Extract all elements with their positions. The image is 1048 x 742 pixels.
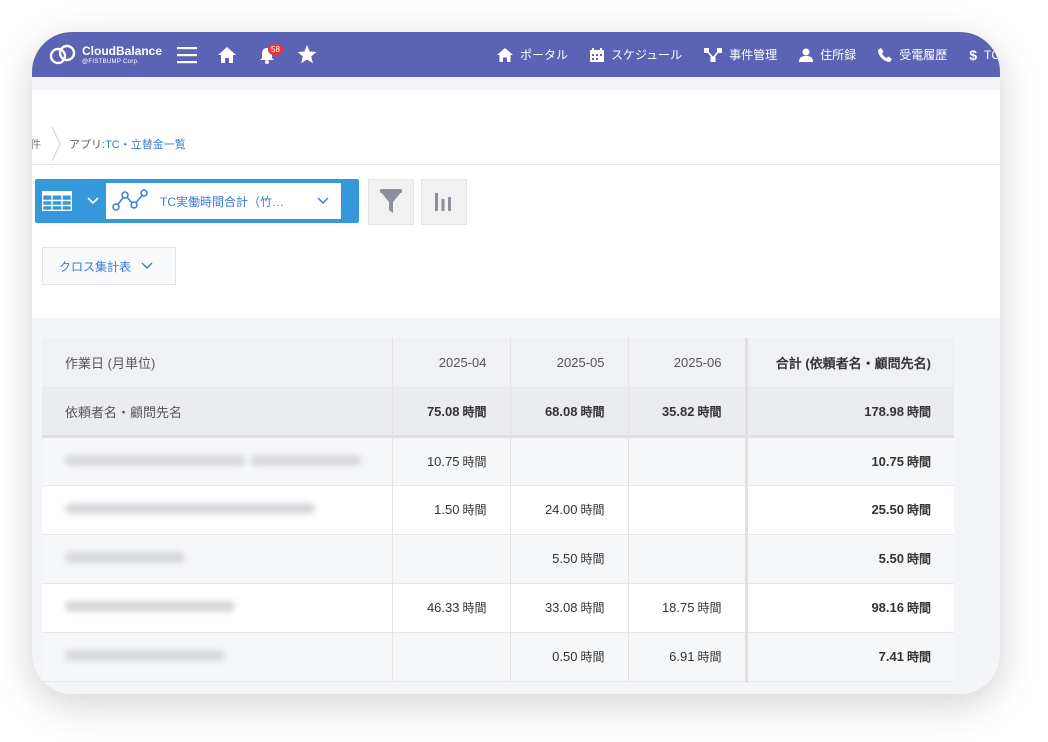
table-row[interactable]: 46.33 時間 33.08 時間 18.75 時間 98.16 時間 (42, 583, 954, 633)
summary-cell: 68.08 時間 (509, 387, 628, 438)
summary-cell: 35.82 時間 (627, 387, 746, 438)
value-cell: 18.75 時間 (627, 583, 746, 633)
home-icon (496, 47, 513, 62)
table-row[interactable]: 10.75 時間 10.75 時間 (42, 436, 954, 486)
month-header[interactable]: 2025-05 (509, 338, 628, 388)
value-cell: 5.50 時間 (509, 534, 628, 584)
logo[interactable]: CloudBalance @FISTBUMP Corp. (48, 44, 168, 66)
home-icon[interactable] (214, 42, 240, 68)
breadcrumb: 件 アプリ: TC・立替金一覧 (32, 124, 1000, 164)
value-cell: 1.50 時間 (391, 485, 510, 535)
app-window: CloudBalance @FISTBUMP Corp. 58 ポータル スケジ… (32, 32, 1000, 694)
nav-schedule-label: スケジュール (610, 48, 683, 62)
summary-total-cell: 178.98 時間 (744, 387, 954, 438)
nav-tc-label: TC- (984, 47, 1000, 62)
value-cell (509, 436, 628, 486)
main-nav: ポータル スケジュール 事件管理 住所録 受電履歴 $ TC- (475, 32, 1000, 77)
nav-case-management[interactable]: 事件管理 (704, 46, 777, 63)
chevron-down-icon (141, 262, 153, 269)
nav-tc[interactable]: $ TC- (969, 47, 1000, 63)
menu-icon[interactable] (174, 42, 200, 68)
logo-text: CloudBalance (82, 43, 163, 58)
nav-call-history-label: 受電履歴 (899, 48, 948, 62)
value-cell: 24.00 時間 (509, 485, 628, 535)
client-name-cell-redacted (42, 436, 392, 486)
summary-label: 依頼者名・顧問先名 (42, 387, 392, 438)
bar-chart-icon (435, 193, 451, 211)
calendar-icon (589, 47, 604, 62)
cross-tab-table-wrapper: 作業日 (月単位) 2025-04 2025-05 2025-06 合計 (依頼… (42, 338, 954, 682)
client-name-cell-redacted (42, 485, 392, 535)
value-cell: 33.08 時間 (509, 583, 628, 633)
row-axis-header: 作業日 (月単位) (42, 338, 392, 388)
top-navigation-bar: CloudBalance @FISTBUMP Corp. 58 ポータル スケジ… (32, 32, 1000, 77)
value-cell: 10.75 時間 (391, 436, 510, 486)
notification-badge: 58 (268, 43, 283, 55)
dollar-icon: $ (969, 46, 977, 63)
nav-address-book[interactable]: 住所録 (799, 46, 856, 63)
client-name-cell-redacted (42, 534, 392, 584)
breadcrumb-app-prefix: アプリ: (69, 139, 106, 151)
divider (32, 164, 1000, 165)
view-dropdown-chevron-icon[interactable] (79, 179, 107, 223)
network-icon (704, 47, 723, 62)
nav-address-book-label: 住所録 (820, 48, 857, 62)
value-cell (627, 534, 746, 584)
value-cell: 6.91 時間 (627, 632, 746, 682)
chart-settings-button[interactable] (421, 179, 467, 225)
breadcrumb-previous[interactable]: 件 (32, 136, 41, 152)
nav-case-management-label: 事件管理 (729, 48, 778, 62)
cloudbalance-logo-icon (49, 44, 76, 64)
value-cell (391, 534, 510, 584)
value-cell (391, 632, 510, 682)
value-cell (627, 485, 746, 535)
phone-icon (878, 47, 893, 62)
graph-dropdown-chevron-icon (317, 197, 329, 204)
client-name-cell-redacted (42, 632, 392, 682)
cross-tab-table: 作業日 (月単位) 2025-04 2025-05 2025-06 合計 (依頼… (42, 338, 954, 682)
nav-schedule[interactable]: スケジュール (589, 46, 683, 63)
row-total-cell: 25.50 時間 (744, 485, 954, 535)
row-total-cell: 7.41 時間 (744, 632, 954, 682)
nav-portal[interactable]: ポータル (496, 46, 568, 63)
row-total-cell: 5.50 時間 (744, 534, 954, 584)
value-cell: 46.33 時間 (391, 583, 510, 633)
value-cell: 0.50 時間 (509, 632, 628, 682)
breadcrumb-app-link[interactable]: TC・立替金一覧 (105, 136, 186, 152)
logo-subtext: @FISTBUMP Corp. (82, 58, 140, 65)
summary-row: 依頼者名・顧問先名 75.08 時間 68.08 時間 35.82 時間 178.98… (42, 387, 954, 438)
table-row[interactable]: 5.50 時間 5.50 時間 (42, 534, 954, 584)
table-row[interactable]: 0.50 時間 6.91 時間 7.41 時間 (42, 632, 954, 682)
table-view-icon[interactable] (35, 179, 79, 223)
breadcrumb-separator-icon (51, 127, 61, 161)
row-total-cell: 10.75 時間 (744, 436, 954, 486)
month-header[interactable]: 2025-06 (627, 338, 746, 388)
line-chart-icon (112, 189, 148, 211)
client-name-cell-redacted (42, 583, 392, 633)
month-header[interactable]: 2025-04 (391, 338, 510, 388)
filter-funnel-icon (380, 189, 402, 213)
table-header-row: 作業日 (月単位) 2025-04 2025-05 2025-06 合計 (依頼… (42, 338, 954, 388)
nav-portal-label: ポータル (519, 48, 568, 62)
view-selector: TC実働時間合計（竹… (35, 179, 359, 223)
graph-name: TC実働時間合計（竹… (160, 194, 284, 209)
total-header: 合計 (依頼者名・顧問先名) (744, 338, 954, 388)
table-row[interactable]: 1.50 時間 24.00 時間 25.50 時間 (42, 485, 954, 535)
cross-tab-label: クロス集計表 (59, 259, 132, 274)
row-total-cell: 98.16 時間 (744, 583, 954, 633)
notification-bell-icon[interactable]: 58 (254, 42, 283, 68)
filter-button[interactable] (368, 179, 414, 225)
nav-call-history[interactable]: 受電履歴 (878, 46, 947, 63)
cross-tab-dropdown[interactable]: クロス集計表 (42, 247, 176, 285)
favorites-star-icon[interactable] (294, 42, 320, 68)
value-cell (627, 436, 746, 486)
contacts-icon (799, 48, 814, 62)
graph-select[interactable]: TC実働時間合計（竹… (106, 183, 341, 219)
summary-cell: 75.08 時間 (391, 387, 510, 438)
